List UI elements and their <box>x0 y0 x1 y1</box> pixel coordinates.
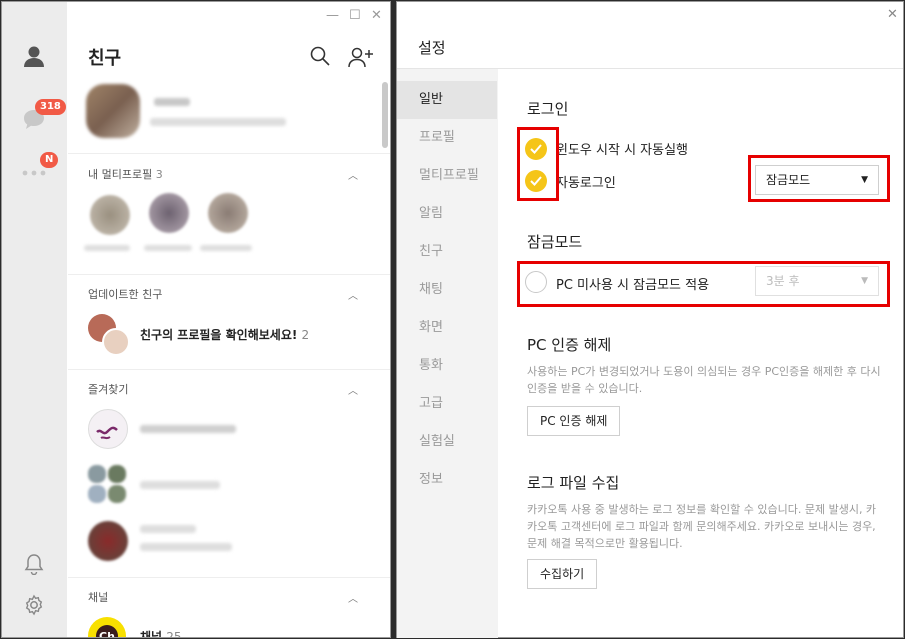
settings-menu: 일반 프로필 멀티프로필 알림 친구 채팅 화면 통화 고급 실험실 정보 <box>397 68 498 638</box>
autostart-label: 윈도우 시작 시 자동실행 <box>556 143 688 158</box>
log-heading: 로그 파일 수집 <box>527 474 620 492</box>
pc-auth-release-button[interactable]: PC 인증 해제 <box>527 406 621 436</box>
menu-general[interactable]: 일반 <box>397 81 497 119</box>
my-profile-row[interactable] <box>86 84 376 140</box>
friends-list-panel: — ☐ ✕ 친구 내 멀티프로필 3 ︿ 업데이트한 친구 ︿ 친구의 프로필을… <box>68 2 390 637</box>
menu-multi-profile[interactable]: 멀티프로필 <box>397 157 497 195</box>
minimize-button[interactable]: — <box>326 8 339 23</box>
bell-icon[interactable] <box>20 550 48 578</box>
updated-friends-message[interactable]: 친구의 프로필을 확인해보세요! 2 <box>140 326 309 343</box>
collapse-chevron-icon[interactable]: ︿ <box>348 590 358 605</box>
channel-logo-icon: Ch <box>88 617 126 637</box>
menu-display[interactable]: 화면 <box>397 309 497 347</box>
close-button[interactable]: ✕ <box>371 8 382 23</box>
settings-gear-icon[interactable] <box>20 591 48 619</box>
collapse-chevron-icon[interactable]: ︿ <box>348 167 358 182</box>
settings-title: 설정 <box>418 39 446 57</box>
highlight-box <box>517 261 890 307</box>
menu-notification[interactable]: 알림 <box>397 195 497 233</box>
add-friend-icon[interactable] <box>348 46 374 72</box>
updated-friends-label: 업데이트한 친구 <box>88 288 163 301</box>
menu-profile[interactable]: 프로필 <box>397 119 497 157</box>
my-avatar <box>86 84 140 138</box>
menu-info[interactable]: 정보 <box>397 461 497 499</box>
lock-heading: 잠금모드 <box>527 233 583 251</box>
menu-advanced[interactable]: 고급 <box>397 385 497 423</box>
favorite-avatar[interactable] <box>88 521 128 561</box>
multi-profile-avatar[interactable] <box>208 193 248 233</box>
pc-auth-heading: PC 인증 해제 <box>527 336 612 354</box>
nav-sidebar: 318 N <box>2 2 67 637</box>
login-heading: 로그인 <box>527 100 569 118</box>
channel-row[interactable]: 채널 25 <box>140 628 182 637</box>
multi-profile-label: 내 멀티프로필 3 <box>88 168 163 181</box>
friends-window: 318 N — ☐ ✕ 친구 내 멀티프로필 3 ︿ 업데이트한 친구 ︿ 친구… <box>1 1 391 638</box>
menu-chat[interactable]: 채팅 <box>397 271 497 309</box>
friends-icon[interactable] <box>20 42 48 70</box>
channel-label: 채널 <box>88 591 109 604</box>
multi-profile-avatar[interactable] <box>149 193 189 233</box>
log-description: 카카오톡 사용 중 발생하는 로그 정보를 확인할 수 있습니다. 문제 발생시… <box>527 503 877 550</box>
pc-auth-description: 사용하는 PC가 변경되었거나 도용이 의심되는 경우 PC인증을 해제한 후 … <box>527 365 881 395</box>
my-status-blurred <box>150 118 286 126</box>
autologin-label: 자동로그인 <box>556 176 616 191</box>
collect-log-button[interactable]: 수집하기 <box>527 559 598 589</box>
page-title: 친구 <box>88 48 122 69</box>
scrollbar-thumb[interactable] <box>382 82 388 148</box>
updated-friend-avatar <box>102 328 130 356</box>
settings-window: 설정 ✕ 일반 프로필 멀티프로필 알림 친구 채팅 화면 통화 고급 실험실 … <box>396 1 904 638</box>
chat-unread-badge: 318 <box>35 99 66 115</box>
multi-profile-avatar[interactable] <box>90 195 130 235</box>
search-icon[interactable] <box>310 46 330 70</box>
highlight-box <box>748 155 890 202</box>
close-button[interactable]: ✕ <box>887 7 898 22</box>
favorites-label: 즐겨찾기 <box>88 383 129 396</box>
favorite-avatar[interactable] <box>88 409 128 449</box>
maximize-button[interactable]: ☐ <box>349 8 361 23</box>
menu-friends[interactable]: 친구 <box>397 233 497 271</box>
collapse-chevron-icon[interactable]: ︿ <box>348 287 358 302</box>
menu-lab[interactable]: 실험실 <box>397 423 497 461</box>
desktop: 318 N — ☐ ✕ 친구 내 멀티프로필 3 ︿ 업데이트한 친구 ︿ 친구… <box>0 0 905 639</box>
collapse-chevron-icon[interactable]: ︿ <box>348 382 358 397</box>
highlight-box <box>517 127 559 201</box>
my-name-blurred <box>154 98 190 106</box>
more-new-badge: N <box>40 152 59 168</box>
menu-call[interactable]: 통화 <box>397 347 497 385</box>
